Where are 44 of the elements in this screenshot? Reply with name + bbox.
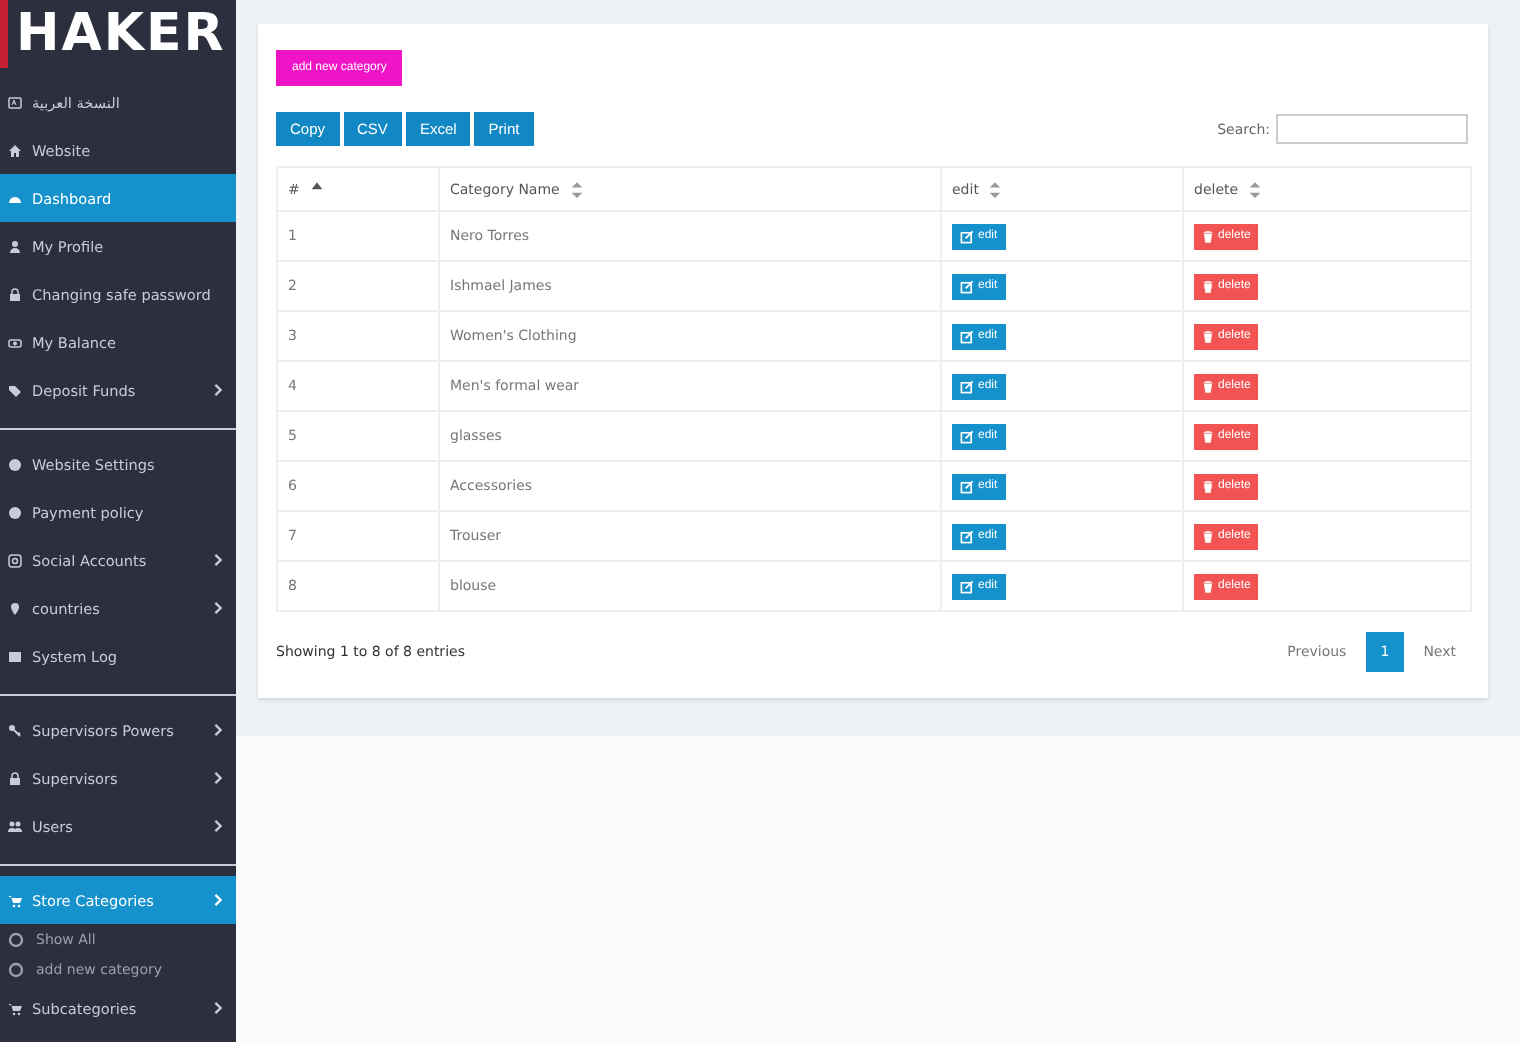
circle-icon <box>8 961 24 977</box>
pencil-square-icon <box>960 379 974 393</box>
sort-icon <box>569 179 584 199</box>
camera-icon <box>8 553 22 567</box>
language-icon <box>8 95 22 109</box>
pencil-square-icon <box>960 279 974 293</box>
map-pin-icon <box>8 601 22 615</box>
chevron-right-icon <box>212 1000 224 1016</box>
lock-icon <box>8 287 22 301</box>
chevron-right-icon <box>212 770 224 786</box>
user-icon <box>8 239 22 253</box>
pencil-square-icon <box>960 479 974 493</box>
trash-icon <box>1202 579 1214 593</box>
chevron-right-icon <box>212 892 224 908</box>
trash-icon <box>1202 329 1214 343</box>
trash-icon <box>1202 229 1214 243</box>
users-icon <box>8 819 22 833</box>
trash-icon <box>1202 429 1214 443</box>
chevron-right-icon <box>212 600 224 616</box>
sort-icon <box>988 179 1003 199</box>
chevron-right-icon <box>212 722 224 738</box>
trash-icon <box>1202 279 1214 293</box>
money-icon <box>8 335 22 349</box>
trash-icon <box>1202 379 1214 393</box>
gauge-icon <box>8 191 22 205</box>
cart-icon <box>8 893 22 907</box>
cart-icon <box>8 1001 22 1015</box>
pencil-square-icon <box>960 329 974 343</box>
home-icon <box>8 143 22 157</box>
pencil-square-icon <box>960 529 974 543</box>
tag-icon <box>8 383 22 397</box>
trash-icon <box>1202 479 1214 493</box>
chevron-right-icon <box>212 818 224 834</box>
chevron-right-icon <box>212 382 224 398</box>
pencil-square-icon <box>960 429 974 443</box>
trash-icon <box>1202 529 1214 543</box>
chevron-right-icon <box>212 552 224 568</box>
pencil-square-icon <box>960 579 974 593</box>
key-icon <box>8 723 22 737</box>
lock-icon <box>8 771 22 785</box>
search-field[interactable] <box>1276 114 1468 144</box>
circle-icon <box>8 931 24 947</box>
sort-icon <box>1248 179 1263 199</box>
pencil-square-icon <box>960 229 974 243</box>
